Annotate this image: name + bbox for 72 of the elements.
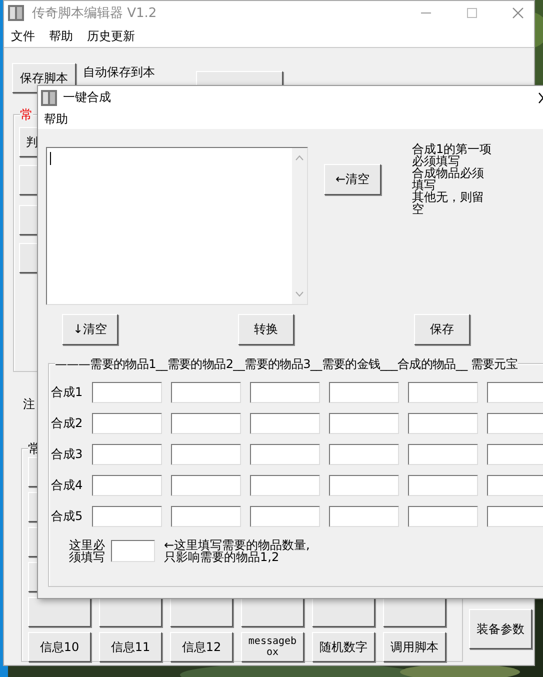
button[interactable] [28, 597, 91, 627]
input-field[interactable] [92, 382, 162, 403]
input-field[interactable] [250, 444, 320, 465]
input-field[interactable] [171, 382, 241, 403]
action-button[interactable]: ↓清空 [62, 314, 118, 345]
column-legend: ———需要的物品1__需要的物品2__需要的物品3__需要的金钱___合成的物品__ 需要元宝 [55, 356, 518, 373]
input-field[interactable] [250, 475, 320, 496]
input-field[interactable] [487, 413, 543, 434]
button[interactable] [241, 597, 304, 627]
script-button[interactable]: 随机数字 [312, 632, 375, 662]
input-field[interactable] [250, 506, 320, 527]
script-button[interactable]: 信息10 [28, 632, 91, 662]
script-button[interactable]: 信息11 [99, 632, 162, 662]
clear-button[interactable]: ←清空 [324, 164, 381, 195]
script-button[interactable]: 调用脚本 [383, 632, 446, 662]
input-field[interactable] [250, 413, 320, 434]
close-icon [538, 92, 543, 104]
input-field[interactable] [487, 382, 543, 403]
script-button[interactable]: 信息12 [170, 632, 233, 662]
input-field[interactable] [171, 475, 241, 496]
maximize-icon [466, 7, 478, 19]
messagebox-button[interactable]: messagebox [241, 632, 304, 662]
row-label: 合成4 [51, 477, 83, 494]
input-field[interactable] [408, 475, 478, 496]
app-logo-icon [8, 5, 24, 21]
input-field[interactable] [250, 382, 320, 403]
button[interactable] [99, 597, 162, 627]
scroll-down-icon [295, 291, 304, 297]
row-label: 合成3 [51, 446, 83, 463]
close-icon [512, 7, 524, 19]
input-field[interactable] [408, 444, 478, 465]
menu-item[interactable]: 历史更新 [87, 28, 135, 44]
input-field[interactable] [92, 506, 162, 527]
input-field[interactable] [408, 506, 478, 527]
instruction-note: 合成1的第一项 必须填写 合成物品必须 填写 其他无，则留 空 [412, 143, 492, 215]
menu-item[interactable]: 文件 [11, 28, 35, 44]
input-field[interactable] [92, 413, 162, 434]
menu-item[interactable]: 帮助 [44, 110, 68, 128]
scrollbar[interactable] [292, 148, 307, 304]
scroll-up-icon [295, 155, 304, 161]
input-field[interactable] [329, 444, 399, 465]
menu-item[interactable]: 帮助 [49, 28, 73, 44]
input-field[interactable] [171, 444, 241, 465]
input-field[interactable] [329, 382, 399, 403]
input-field[interactable] [408, 413, 478, 434]
required-label: 这里必 须填写 [69, 539, 105, 563]
app-logo-icon [41, 90, 57, 106]
input-field[interactable] [487, 444, 543, 465]
comment-label: 注 [23, 396, 35, 413]
button[interactable] [383, 597, 446, 627]
input-field[interactable] [329, 413, 399, 434]
input-field[interactable] [92, 444, 162, 465]
row-label: 合成5 [51, 508, 83, 525]
row-label: 合成2 [51, 415, 83, 432]
input-field[interactable] [92, 475, 162, 496]
button[interactable] [312, 597, 375, 627]
equipment-params-button[interactable]: 装备参数 [469, 609, 532, 649]
input-field[interactable] [408, 382, 478, 403]
input-field[interactable] [487, 475, 543, 496]
button[interactable] [170, 597, 233, 627]
input-field[interactable] [171, 506, 241, 527]
input-field[interactable] [329, 506, 399, 527]
autosave-note: 自动保存到本 [83, 64, 155, 81]
row-label: 合成1 [51, 384, 83, 401]
quantity-hint: ←这里填写需要的物品数量, 只影响需要的物品1,2 [164, 539, 310, 563]
input-field[interactable] [171, 413, 241, 434]
action-button[interactable]: 保存 [414, 314, 470, 345]
action-button[interactable]: 转换 [238, 314, 294, 345]
input-field[interactable] [329, 475, 399, 496]
quantity-field[interactable] [111, 540, 155, 562]
input-field[interactable] [487, 506, 543, 527]
window-title: 传奇脚本编辑器 V1.2 [32, 5, 157, 22]
